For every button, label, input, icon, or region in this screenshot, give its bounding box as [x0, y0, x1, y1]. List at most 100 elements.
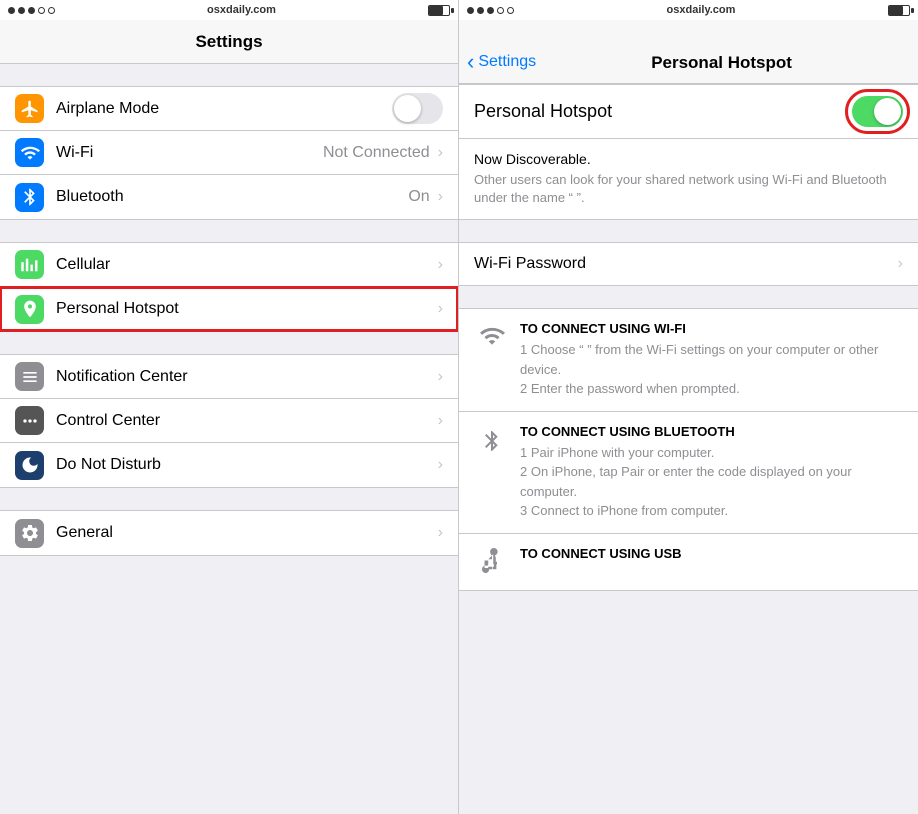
signal-dots-right	[467, 7, 514, 14]
connect-bluetooth-step2: 2 On iPhone, tap Pair or enter the code …	[520, 462, 903, 501]
hotspot-icon-wrap	[15, 295, 44, 324]
connect-bluetooth-item: TO CONNECT USING BLUETOOTH 1 Pair iPhone…	[459, 412, 918, 534]
list-item-control[interactable]: Control Center ›	[0, 399, 458, 443]
rdot3	[487, 7, 494, 14]
general-chevron: ›	[438, 524, 443, 542]
airplane-label: Airplane Mode	[56, 100, 392, 118]
moon-icon	[20, 455, 40, 475]
rdot4	[497, 7, 504, 14]
section-controls: Notification Center › Control Center ›	[0, 354, 458, 488]
wifi-chevron: ›	[438, 144, 443, 162]
status-bar-right: osxdaily.com	[459, 0, 918, 20]
hotspot-label: Personal Hotspot	[56, 300, 438, 318]
section-gap-1	[0, 64, 458, 86]
discoverable-box: Now Discoverable. Other users can look f…	[459, 139, 918, 220]
right-panel: osxdaily.com ‹ Settings Personal Hotspot…	[459, 0, 918, 814]
hotspot-toggle-knob	[874, 98, 901, 125]
wifi-password-label: Wi-Fi Password	[474, 255, 898, 273]
donotdisturb-icon-wrap	[15, 451, 44, 480]
list-item-airplane[interactable]: Airplane Mode	[0, 87, 458, 131]
cellular-icon	[20, 255, 40, 275]
discoverable-text: Other users can look for your shared net…	[474, 171, 903, 207]
right-nav-title: Personal Hotspot	[540, 53, 903, 73]
connect-wifi-icon	[474, 323, 510, 349]
list-item-hotspot[interactable]: Personal Hotspot ›	[0, 287, 458, 331]
list-item-notification[interactable]: Notification Center ›	[0, 355, 458, 399]
cellular-label: Cellular	[56, 256, 438, 274]
dot1	[8, 7, 15, 14]
status-url-left: osxdaily.com	[207, 4, 276, 16]
hotspot-toggle[interactable]	[852, 96, 903, 127]
wifi-value: Not Connected	[323, 144, 430, 162]
back-button[interactable]: ‹ Settings	[467, 51, 536, 73]
list-item-general[interactable]: General ›	[0, 511, 458, 555]
connect-wifi-step1: 1 Choose “ ” from the Wi-Fi settings on …	[520, 340, 903, 379]
wifi-icon	[20, 143, 40, 163]
notification-icon	[20, 367, 40, 387]
wifi-password-row[interactable]: Wi-Fi Password ›	[459, 242, 918, 286]
notification-label: Notification Center	[56, 368, 438, 386]
bluetooth-chevron: ›	[438, 188, 443, 206]
battery-icon-left	[428, 5, 450, 16]
list-item-wifi[interactable]: Wi-Fi Not Connected ›	[0, 131, 458, 175]
notification-icon-wrap	[15, 362, 44, 391]
section-network: Cellular › Personal Hotspot ›	[0, 242, 458, 332]
usb-connect-icon	[477, 548, 507, 578]
connect-usb-icon	[474, 548, 510, 578]
gear-icon	[20, 523, 40, 543]
hotspot-icon	[20, 299, 40, 319]
bluetooth-value: On	[408, 188, 429, 206]
connect-wifi-title: TO CONNECT USING WI-FI	[520, 321, 903, 336]
bluetooth-icon-wrap	[15, 183, 44, 212]
list-item-donotdisturb[interactable]: Do Not Disturb ›	[0, 443, 458, 487]
wifi-password-chevron: ›	[898, 255, 903, 273]
connect-section: TO CONNECT USING WI-FI 1 Choose “ ” from…	[459, 308, 918, 591]
general-icon-wrap	[15, 519, 44, 548]
bluetooth-connect-icon	[480, 426, 504, 456]
cellular-icon-wrap	[15, 250, 44, 279]
section-connectivity: Airplane Mode Wi-Fi Not Connected ›	[0, 86, 458, 220]
rdot5	[507, 7, 514, 14]
dot5	[48, 7, 55, 14]
battery-fill-right	[889, 6, 903, 15]
dot3	[28, 7, 35, 14]
connect-bluetooth-icon	[474, 426, 510, 456]
back-chevron-icon: ‹	[467, 51, 474, 73]
list-item-cellular[interactable]: Cellular ›	[0, 243, 458, 287]
hotspot-toggle-row: Personal Hotspot	[459, 84, 918, 139]
nav-bar-left: Settings	[0, 20, 458, 64]
section-gap-2	[0, 220, 458, 242]
dot4	[38, 7, 45, 14]
wifi-label: Wi-Fi	[56, 144, 323, 162]
airplane-toggle[interactable]	[392, 93, 443, 124]
general-label: General	[56, 524, 438, 542]
connect-usb-item: TO CONNECT USING USB	[459, 534, 918, 590]
left-panel: osxdaily.com Settings Airplane Mode	[0, 0, 459, 814]
rdot2	[477, 7, 484, 14]
back-label: Settings	[478, 53, 536, 71]
notification-chevron: ›	[438, 368, 443, 386]
battery-icon-right	[888, 5, 910, 16]
hotspot-toggle-label: Personal Hotspot	[474, 101, 852, 122]
airplane-icon-wrap	[15, 94, 44, 123]
connect-wifi-step2: 2 Enter the password when prompted.	[520, 379, 903, 399]
connect-usb-text: TO CONNECT USING USB	[520, 546, 903, 565]
donotdisturb-label: Do Not Disturb	[56, 456, 438, 474]
rdot1	[467, 7, 474, 14]
bluetooth-label: Bluetooth	[56, 188, 408, 206]
control-chevron: ›	[438, 412, 443, 430]
connect-wifi-text: TO CONNECT USING WI-FI 1 Choose “ ” from…	[520, 321, 903, 399]
connect-bluetooth-step3: 3 Connect to iPhone from computer.	[520, 501, 903, 521]
connect-usb-title: TO CONNECT USING USB	[520, 546, 903, 561]
signal-dots	[8, 7, 55, 14]
connect-bluetooth-text: TO CONNECT USING BLUETOOTH 1 Pair iPhone…	[520, 424, 903, 521]
wifi-icon-wrap	[15, 138, 44, 167]
battery-fill	[429, 6, 443, 15]
list-item-bluetooth[interactable]: Bluetooth On ›	[0, 175, 458, 219]
bluetooth-icon	[20, 187, 40, 207]
cellular-chevron: ›	[438, 256, 443, 274]
wifi-connect-icon	[477, 323, 507, 349]
connect-wifi-item: TO CONNECT USING WI-FI 1 Choose “ ” from…	[459, 309, 918, 412]
left-nav-title: Settings	[195, 32, 262, 52]
airplane-toggle-knob	[394, 95, 421, 122]
